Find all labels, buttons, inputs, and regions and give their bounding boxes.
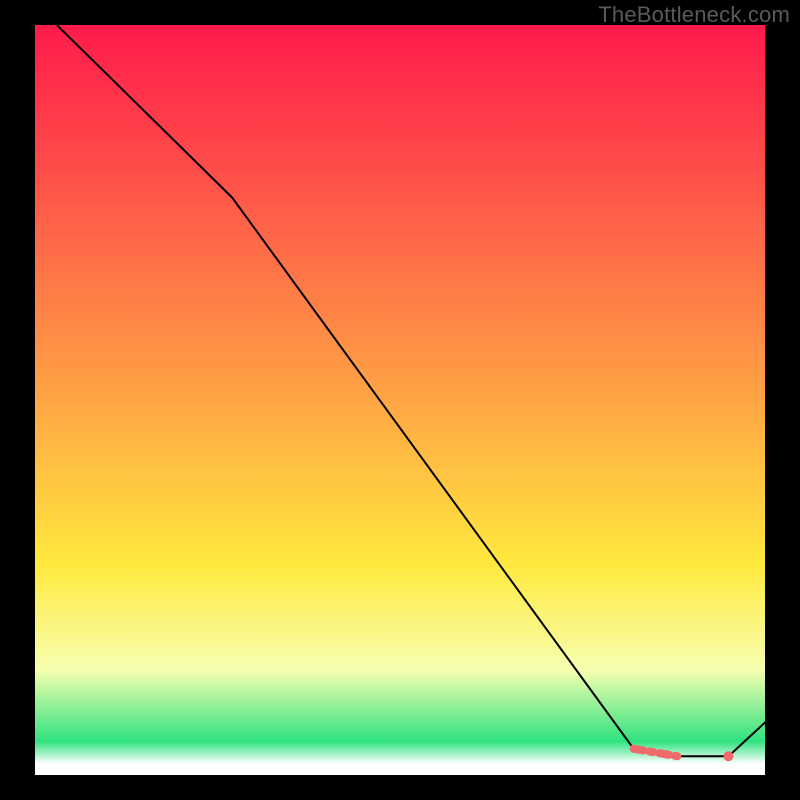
highlight-point — [724, 751, 734, 761]
plot-area — [35, 25, 765, 775]
chart-background — [35, 25, 765, 775]
chart-svg — [35, 25, 765, 775]
chart-frame: TheBottleneck.com — [0, 0, 800, 800]
highlight-points — [724, 751, 734, 761]
